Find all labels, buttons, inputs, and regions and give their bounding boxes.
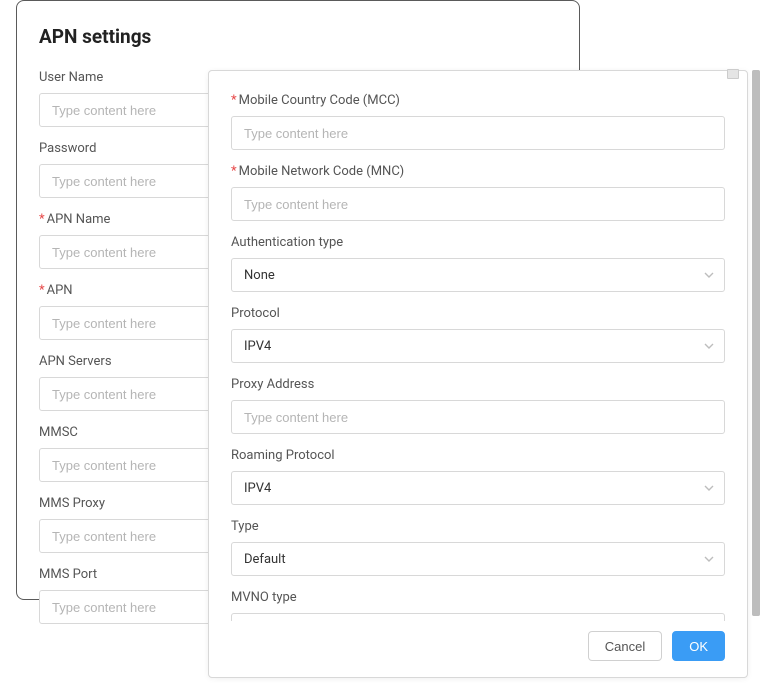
overlay-footer: Cancel OK (209, 621, 747, 677)
required-marker: * (231, 164, 237, 179)
label-mnc: *Mobile Network Code (MNC) (231, 164, 725, 179)
outer-scrollbar-thumb[interactable] (752, 70, 760, 616)
field-auth-type: Authentication type None (231, 235, 725, 292)
field-mcc: *Mobile Country Code (MCC) (231, 93, 725, 150)
field-mvno-type: MVNO type None (231, 590, 725, 621)
label-apn-text: APN (47, 283, 73, 298)
label-mcc-text: Mobile Country Code (MCC) (239, 93, 400, 108)
label-mcc: *Mobile Country Code (MCC) (231, 93, 725, 108)
required-marker: * (231, 93, 237, 108)
select-roaming-protocol[interactable]: IPV4 (231, 471, 725, 505)
label-protocol: Protocol (231, 306, 725, 321)
overlay-body: *Mobile Country Code (MCC) *Mobile Netwo… (209, 71, 747, 621)
select-protocol[interactable]: IPV4 (231, 329, 725, 363)
input-mcc[interactable] (231, 116, 725, 150)
select-type-wrap: Default (231, 542, 725, 576)
label-proxy-address: Proxy Address (231, 377, 725, 392)
field-proxy-address: Proxy Address (231, 377, 725, 434)
label-roaming-protocol: Roaming Protocol (231, 448, 725, 463)
select-roaming-protocol-value: IPV4 (244, 481, 271, 496)
label-type: Type (231, 519, 725, 534)
label-auth-type: Authentication type (231, 235, 725, 250)
field-protocol: Protocol IPV4 (231, 306, 725, 363)
apn-settings-overlay: *Mobile Country Code (MCC) *Mobile Netwo… (208, 70, 748, 678)
select-auth-type-value: None (244, 268, 275, 283)
select-auth-type-wrap: None (231, 258, 725, 292)
select-auth-type[interactable]: None (231, 258, 725, 292)
field-type: Type Default (231, 519, 725, 576)
label-apn-name-text: APN Name (47, 212, 111, 227)
field-mnc: *Mobile Network Code (MNC) (231, 164, 725, 221)
field-roaming-protocol: Roaming Protocol IPV4 (231, 448, 725, 505)
select-mvno-type[interactable]: None (231, 613, 725, 621)
select-type-value: Default (244, 552, 286, 567)
outer-scrollbar-track[interactable] (752, 70, 760, 616)
ok-button[interactable]: OK (672, 631, 725, 661)
scroll-up-notch[interactable] (727, 69, 739, 79)
select-roaming-protocol-wrap: IPV4 (231, 471, 725, 505)
required-marker: * (39, 283, 45, 298)
select-protocol-wrap: IPV4 (231, 329, 725, 363)
select-protocol-value: IPV4 (244, 339, 271, 354)
modal-title: APN settings (39, 25, 557, 48)
input-proxy-address[interactable] (231, 400, 725, 434)
required-marker: * (39, 212, 45, 227)
cancel-button[interactable]: Cancel (588, 631, 662, 661)
label-mvno-type: MVNO type (231, 590, 725, 605)
label-mnc-text: Mobile Network Code (MNC) (239, 164, 405, 179)
select-mvno-type-wrap: None (231, 613, 725, 621)
select-type[interactable]: Default (231, 542, 725, 576)
input-mnc[interactable] (231, 187, 725, 221)
